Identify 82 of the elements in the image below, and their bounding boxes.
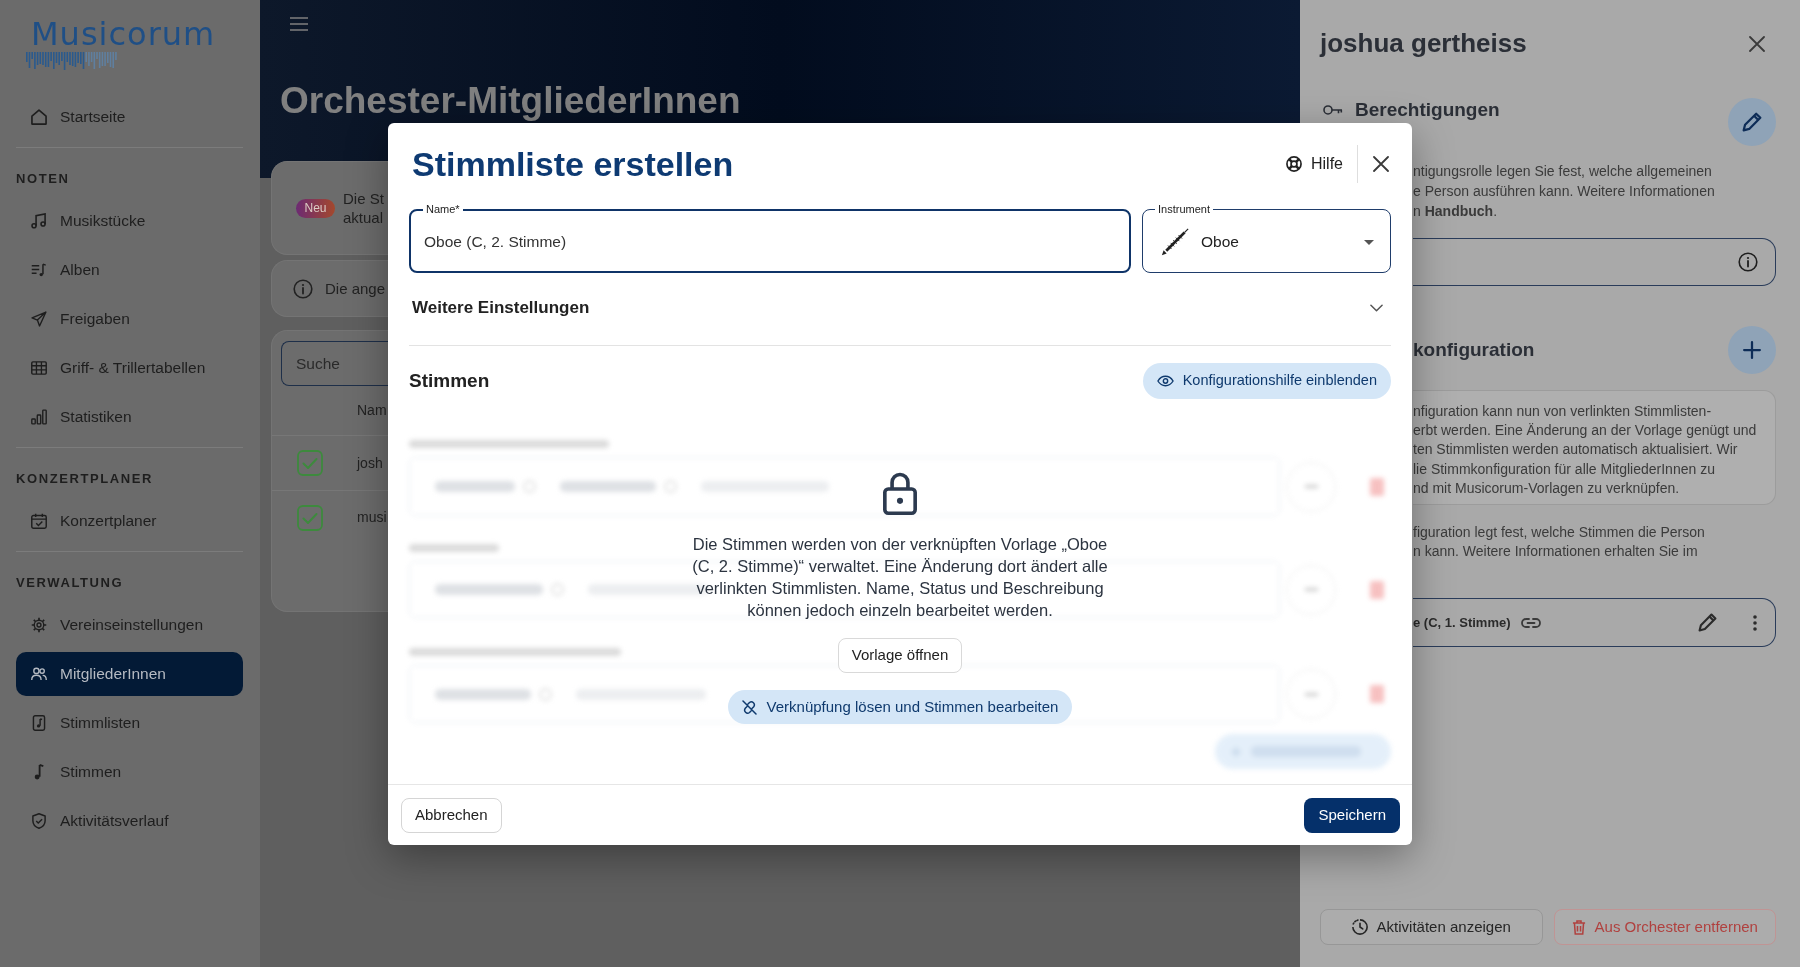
note-sheet-icon [31,715,47,731]
app-logo: Musicorum [25,11,235,71]
add-button[interactable] [1728,326,1776,374]
section-heading: NOTEN [16,170,71,188]
role-field[interactable] [1413,238,1776,286]
lock-icon [883,472,917,515]
info-note: nfiguration kann nun von verlinkten Stimmlisten- erbt werden. Eine Änderung an der Vorlage genügt und ten Stimmlisten werden automatisch aktualisiert. Wir lie Stimmkonfiguration für alle MitgliederInnen zu nd mit Musicorum-Vorlagen zu verknüpfen. [1413,390,1776,505]
unlink-button[interactable]: Verknüpfung lösen und Stimmen bearbeiten [727,690,1073,724]
unlink-icon [741,699,757,715]
playlist-icon [31,262,47,278]
sidebar-item[interactable]: Freigaben [16,297,243,341]
lifebuoy-icon [1286,156,1302,172]
open-template-button[interactable]: Vorlage öffnen [837,638,963,673]
close-button[interactable] [1373,156,1389,172]
sidebar-item[interactable]: Vereinseinstellungen [16,603,243,647]
menu-icon[interactable] [290,17,308,31]
help-button[interactable]: Hilfe [1286,148,1343,180]
music-notes-icon [31,213,47,229]
paper-plane-icon [31,311,47,327]
config-description: figuration legt fest, welche Stimmen die Person n kann. Weitere Informationen erhalten Sie im [1413,523,1706,561]
sidebar-item[interactable]: Griff- & Trillertabellen [16,346,243,390]
bar-chart-icon [31,409,47,425]
plus-icon [1743,341,1761,359]
remove-button[interactable]: Aus Orchester entfernen [1553,909,1776,945]
section-heading: VERWALTUNG [16,574,125,592]
news-text: Die St aktual [343,189,384,227]
row-checkbox[interactable] [297,450,323,476]
close-icon [1749,36,1765,52]
sidebar-item[interactable]: Konzertplaner [16,499,243,543]
sidebar-item[interactable]: Alben [16,248,243,292]
section-title: Stimmen [409,369,490,393]
new-badge: Neu [296,198,335,218]
more-settings-toggle[interactable]: Weitere Einstellungen [409,290,1391,325]
sidebar-item[interactable]: Stimmlisten [16,701,243,745]
trash-icon [1571,919,1586,935]
instrument-select[interactable]: Instrument Oboe [1142,203,1391,273]
dialog-title: Stimmliste erstellen [412,144,735,185]
column-header: Nam [357,401,387,420]
section-title: Berechtigungen [1355,99,1500,121]
sidebar-item[interactable]: Stimmen [16,750,243,794]
activity-button[interactable]: Aktivitäten anzeigen [1320,909,1543,945]
info-text: Die ange [325,279,386,298]
settings-icon [31,617,47,633]
clock-icon [1351,919,1368,935]
sidebar-item[interactable]: Statistiken [16,395,243,439]
pencil-icon [1698,613,1717,632]
page-title: Orchester-MitgliederInnen [280,80,742,122]
sidebar-item[interactable]: MitgliederInnen [16,652,243,696]
caret-icon [1364,239,1374,245]
info-icon [1738,252,1758,272]
instrument-icon [1161,228,1189,256]
key-icon [1323,104,1343,116]
home-icon [31,109,47,125]
name-field[interactable]: Name* Oboe (C, 2. Stimme) [409,203,1131,273]
search-field[interactable]: Suche [281,341,388,386]
more-icon [1753,614,1757,631]
cancel-button[interactable]: Abbrechen [401,797,502,833]
table-icon [31,360,47,376]
shield-check-icon [31,813,47,829]
calendar-icon [31,513,47,529]
template-name: e (C, 1. Stimme) [1413,613,1511,632]
permissions-description: ntigungsrolle legen Sie fest, welche allgemeinen e Person ausführen kann. Weitere Informationen n Handbuch. [1413,162,1716,221]
people-icon [31,666,47,682]
save-button[interactable]: Speichern [1304,797,1400,833]
edit-button[interactable] [1728,98,1776,146]
config-help-button[interactable]: Konfigurationshilfe einblenden [1142,363,1391,399]
eye-icon [1156,375,1174,387]
sidebar-item[interactable]: Aktivitätsverlauf [16,799,243,843]
section-title: konfiguration [1413,339,1535,361]
sidebar-item[interactable]: Startseite [16,95,243,139]
link-icon [1520,616,1541,629]
close-icon [1373,156,1389,172]
panel-title: joshua gertheiss [1320,28,1527,60]
section-heading: KONZERTPLANER [16,470,155,488]
table-cell-text: musi [357,508,387,527]
table-cell-text: josh [357,453,383,473]
pencil-icon [1742,112,1762,132]
info-icon [293,278,313,299]
lock-message: Die Stimmen werden von der verknüpften Vorlage „Oboe (C, 2. Stimme)“ verwaltet. Eine Änderung dort ändert alle verlinkten Stimmlisten. Name, Status und Beschreibung können jedoch einzeln bearbeitet werden. [691,534,1109,621]
sidebar-item[interactable]: Musikstücke [16,199,243,243]
row-checkbox[interactable] [297,504,323,531]
close-button[interactable] [1749,36,1765,52]
